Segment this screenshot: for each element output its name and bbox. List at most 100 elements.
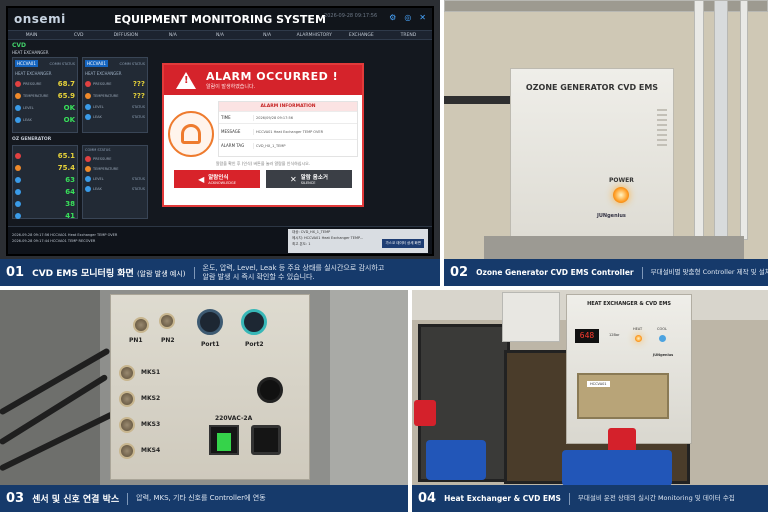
warning-icon xyxy=(176,71,196,89)
pressure-icon xyxy=(85,156,91,162)
temperature-value: 65.9 xyxy=(57,92,75,100)
leak-status: STATUS xyxy=(131,187,145,191)
monitor-screen: onsemi EQUIPMENT MONITORING SYSTEM 2026-… xyxy=(6,6,434,256)
vent-grille xyxy=(657,109,667,149)
nav-main[interactable]: MAIN xyxy=(8,31,55,39)
nav-exchange[interactable]: EXCHANGE xyxy=(338,31,385,39)
plate-label: HCCVA01 xyxy=(587,381,610,387)
panel-monitoring-screen: onsemi EQUIPMENT MONITORING SYSTEM 2026-… xyxy=(0,0,440,286)
equipment-base xyxy=(484,236,744,260)
mks2-label: MKS2 xyxy=(141,395,161,402)
level-icon xyxy=(85,104,91,110)
port2-label: Port2 xyxy=(245,341,264,348)
nav-cvd[interactable]: CVD xyxy=(55,31,102,39)
ozone-controller-box: OZONE GENERATOR CVD EMS POWER JUNgenius xyxy=(510,68,674,238)
log-detail-panel: 대상: CVD_HX_1_TEMP 메시지: HCCVA01 Heat Exch… xyxy=(288,229,428,253)
heat-exchanger-plate: HCCVA01 xyxy=(577,373,669,419)
leak-icon xyxy=(85,114,91,120)
indicator-label: HEAT xyxy=(633,327,643,331)
globe-icon[interactable]: ◎ xyxy=(404,13,411,22)
comm-status: COMM STATUS xyxy=(49,61,75,66)
pressure-icon xyxy=(85,81,91,87)
level-status: OK xyxy=(63,104,75,112)
alarm-tag-row: ALARM TAG CVD_HX_1_TEMP xyxy=(219,139,357,151)
signal-junction-box: PN1 PN2 MKS1 MKS2 MKS3 MKS4 Port1 Port2 … xyxy=(110,294,310,480)
pipe xyxy=(694,0,704,240)
temperature-value: ??? xyxy=(132,92,145,100)
alarm-dialog: ALARM OCCURRED ! 알람이 발생하였습니다. ALARM INFO… xyxy=(162,63,364,207)
leak-label: LEAK xyxy=(93,115,102,119)
alarm-title: ALARM OCCURRED ! xyxy=(206,70,339,83)
pressure-icon xyxy=(15,81,21,87)
temperature-label: TEMPERATURE xyxy=(93,167,119,171)
temperature-label: TEMPERATURE xyxy=(93,94,119,98)
level-label: LEVEL xyxy=(93,177,104,181)
oz-card-2[interactable]: COMM STATUS PRESSURE TEMPERATURE LEVEL ST… xyxy=(82,145,148,219)
oz-value-1: 65.1 xyxy=(57,152,75,160)
heat-lamp-icon xyxy=(635,335,642,342)
power-lamp-icon xyxy=(613,187,629,203)
temperature-icon xyxy=(85,166,91,172)
alarm-header: ALARM OCCURRED ! 알람이 발생하였습니다. xyxy=(164,65,362,95)
port1-connector xyxy=(197,309,223,335)
nav-na-2[interactable]: N/A xyxy=(196,31,243,39)
pressure-label: PRESSURE xyxy=(93,82,112,86)
caption-04: 04 Heat Exchanger & CVD EMS 부대설비 운전 상태의 … xyxy=(412,485,768,512)
pn2-label: PN2 xyxy=(161,337,175,344)
alarm-buttons: ◀ 알람인식 ACKNOWLEDGE ✕ 알람 음소거 SILENCE xyxy=(164,170,362,188)
close-icon[interactable]: ✕ xyxy=(419,13,426,22)
oz-value-2: 75.4 xyxy=(57,164,75,172)
detail-view-button[interactable]: 가스코 데이터 상세 화면 xyxy=(382,239,424,248)
card-label: HEAT EXCHANGER xyxy=(85,71,122,76)
power-switch-icon[interactable] xyxy=(209,425,239,455)
panel-heat-exchanger: HEAT EXCHANGER & CVD EMS 648 12Bar HEAT … xyxy=(412,290,768,512)
monitor-header: onsemi EQUIPMENT MONITORING SYSTEM 2026-… xyxy=(8,8,432,30)
oz-card-1[interactable]: 65.1 75.4 63 64 38 41 xyxy=(12,145,78,220)
alarm-body: ALARM INFORMATION TIME 2026/09/28 09:17:5… xyxy=(164,95,362,159)
alarm-time-value: 2026/09/28 09:17:56 xyxy=(253,114,357,121)
alarm-info-table: ALARM INFORMATION TIME 2026/09/28 09:17:5… xyxy=(218,101,358,157)
monitor-nav: MAIN CVD DIFFUSION N/A N/A N/A ALARMHIST… xyxy=(8,30,432,40)
comm-status: COMM STATUS xyxy=(85,148,111,152)
jungenius-logo: JUNgenius xyxy=(597,213,626,219)
temperature-icon xyxy=(85,93,91,99)
settings-icon[interactable]: ⚙ xyxy=(389,13,396,22)
oz-value-5: 38 xyxy=(65,200,75,208)
alarm-subtitle: 알람이 발생하였습니다. xyxy=(206,84,256,90)
pressure-icon xyxy=(15,153,21,159)
nav-alarm-history[interactable]: ALARMHISTORY xyxy=(291,31,338,39)
nav-trend[interactable]: TREND xyxy=(385,31,432,39)
alarm-note: 알람을 확인 후 (인식) 버튼을 눌러 알람을 인식하십시오. xyxy=(215,161,311,166)
power-spec-label: 220VAC-2A xyxy=(215,415,253,422)
jungenius-logo: JUNgenius xyxy=(653,353,674,357)
leak-icon xyxy=(15,117,21,123)
level-status: STATUS xyxy=(131,105,145,109)
nav-na-1[interactable]: N/A xyxy=(149,31,196,39)
level-label: LEVEL xyxy=(23,106,34,110)
cvd-card-1[interactable]: HCCVA01 COMM STATUS HEAT EXCHANGER PRESSU… xyxy=(12,57,78,133)
acknowledge-button[interactable]: ◀ 알람인식 ACKNOWLEDGE xyxy=(174,170,260,188)
cool-lamp-icon xyxy=(659,335,666,342)
oz-value-3: 63 xyxy=(65,176,75,184)
mks4-connector xyxy=(119,443,135,459)
indicator-label: 12Bar xyxy=(609,333,620,337)
silence-button[interactable]: ✕ 알람 음소거 SILENCE xyxy=(266,170,352,188)
alarm-log-bar: 2026-09-28 09:17:56 HCCVA01 Heat Exchang… xyxy=(8,226,432,254)
round-connector xyxy=(257,377,283,403)
nav-diffusion[interactable]: DIFFUSION xyxy=(102,31,149,39)
mks3-label: MKS3 xyxy=(141,421,161,428)
cvd-card-2[interactable]: HCCVA01 COMM STATUS HEAT EXCHANGER PRESSU… xyxy=(82,57,148,133)
leak-status: STATUS xyxy=(131,115,145,119)
port2-connector xyxy=(241,309,267,335)
sensor-icon xyxy=(15,189,21,195)
level-status: STATUS xyxy=(131,177,145,181)
comm-status: COMM STATUS xyxy=(119,61,145,66)
nav-na-3[interactable]: N/A xyxy=(244,31,291,39)
panel-ozone-controller: OZONE GENERATOR CVD EMS POWER JUNgenius … xyxy=(444,0,768,286)
temperature-icon xyxy=(15,165,21,171)
sensor-icon xyxy=(15,177,21,183)
pn2-connector xyxy=(159,313,175,329)
mks1-connector xyxy=(119,365,135,381)
temperature-label: TEMPERATURE xyxy=(23,94,49,98)
port1-label: Port1 xyxy=(201,341,220,348)
